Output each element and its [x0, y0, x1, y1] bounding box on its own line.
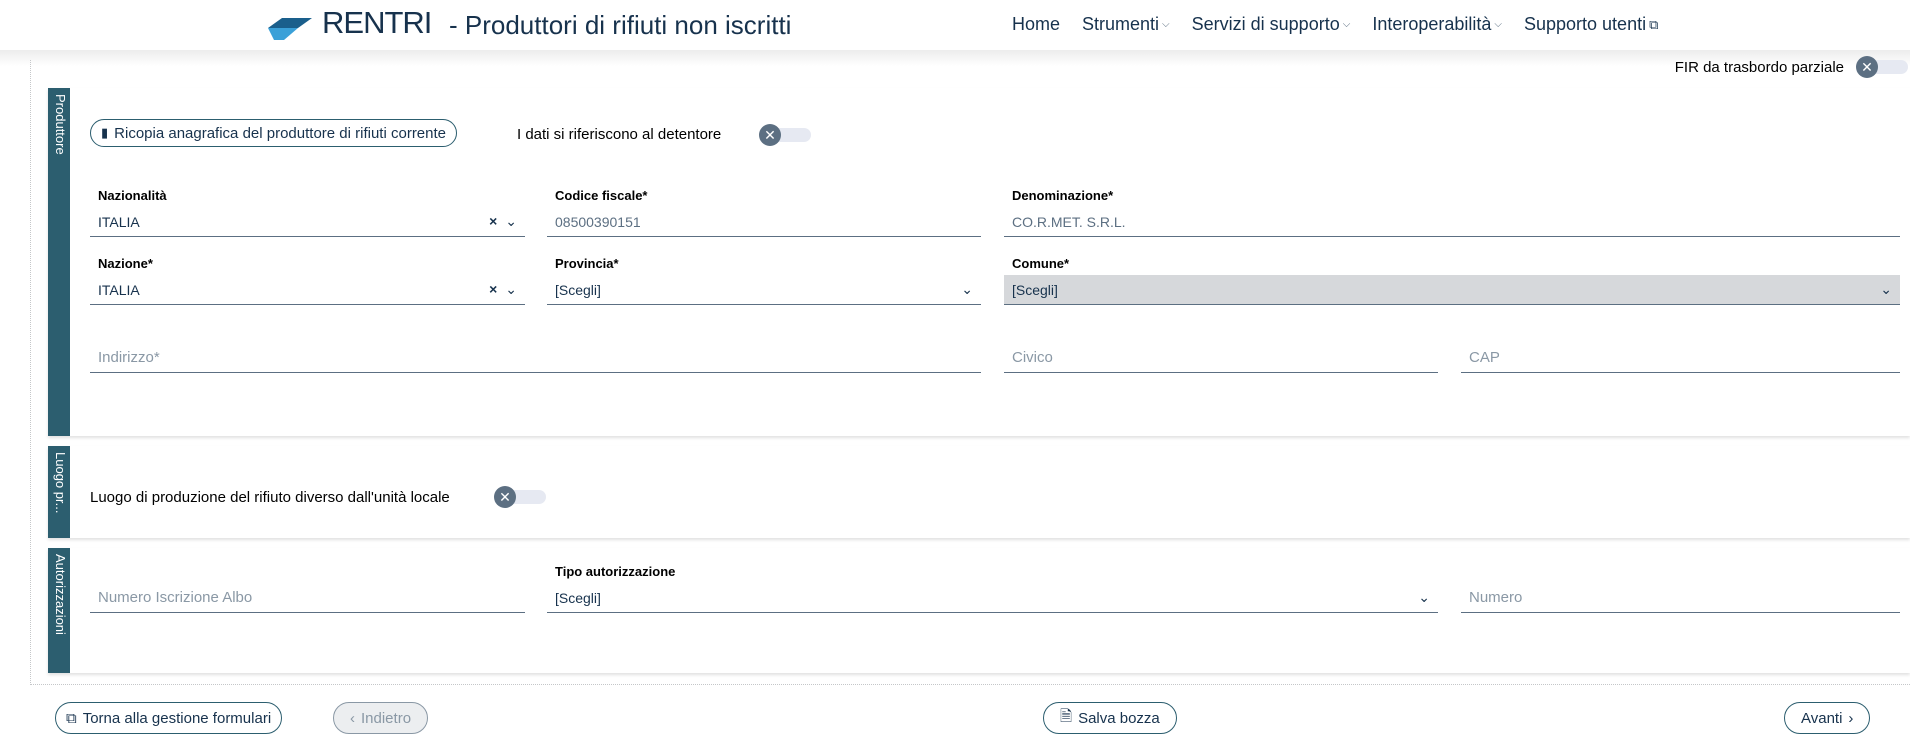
close-icon[interactable]: × [489, 213, 497, 229]
chevron-down-icon: ⌄ [1880, 281, 1892, 297]
fir-trasbordo-label: FIR da trasbordo parziale [1674, 58, 1844, 76]
codice-fiscale-label: Codice fiscale* [555, 188, 648, 203]
tipo-autorizzazione-label: Tipo autorizzazione [555, 564, 676, 579]
comune-select[interactable]: [Scegli] ⌄ [1004, 275, 1900, 305]
external-link-icon: ⧉ [66, 709, 77, 727]
fir-trasbordo-row: FIR da trasbordo parziale ✕ [1675, 56, 1910, 78]
avanti-button[interactable]: Avanti › [1784, 702, 1871, 734]
numero-albo-input[interactable]: Numero Iscrizione Albo [90, 583, 525, 613]
provincia-label: Provincia* [555, 256, 619, 271]
indirizzo-input[interactable]: Indirizzo* [90, 343, 981, 373]
brand-subtitle: - Produttori di rifiuti non iscritti [449, 10, 792, 40]
section-luogo-produzione: Luogo pr... Luogo di produzione del rifi… [48, 446, 1910, 538]
brand-name[interactable]: RENTRI [322, 5, 432, 41]
main-nav: Home Strumenti ⌵ Servizi di supporto ⌵ Int… [1012, 14, 1680, 35]
chevron-down-icon[interactable]: ⌄ [505, 213, 517, 229]
external-link-icon: ⧉ [1649, 16, 1659, 32]
chevron-down-icon: ⌄ [961, 281, 973, 297]
chevron-down-icon: ⌄ [1418, 589, 1430, 605]
nazione-select[interactable]: ITALIA × ⌄ [90, 275, 525, 305]
section-produttore: Produttore ▮ Ricopia anagrafica del prod… [48, 88, 1910, 436]
close-icon: ✕ [494, 486, 516, 508]
chevron-right-icon: › [1848, 709, 1854, 727]
nazionalita-label: Nazionalità [98, 188, 167, 203]
chevron-left-icon: ‹ [350, 709, 355, 727]
nav-servizi-supporto[interactable]: Servizi di supporto ⌵ [1192, 14, 1351, 35]
tipo-autorizzazione-select[interactable]: [Scegli] ⌄ [547, 583, 1438, 613]
torna-gestione-button[interactable]: ⧉ Torna alla gestione formulari [55, 702, 283, 734]
nav-home[interactable]: Home [1012, 14, 1060, 35]
cap-input[interactable]: CAP [1461, 343, 1900, 373]
comune-label: Comune* [1012, 256, 1070, 271]
nav-interoperabilita[interactable]: Interoperabilità ⌵ [1372, 14, 1502, 35]
tab-autorizzazioni[interactable]: Autorizzazioni [48, 548, 70, 673]
nazione-label: Nazione* [98, 256, 153, 271]
tab-produttore[interactable]: Produttore [48, 88, 70, 436]
chevron-down-icon: ⌵ [1342, 19, 1351, 30]
rentri-logo-icon [268, 18, 312, 40]
copy-anagrafica-button[interactable]: ▮ Ricopia anagrafica del produttore di r… [90, 119, 458, 147]
nazionalita-select[interactable]: ITALIA × ⌄ [90, 207, 525, 237]
close-icon: ✕ [1856, 56, 1878, 78]
chevron-down-icon[interactable]: ⌄ [505, 281, 517, 297]
section-autorizzazioni: Autorizzazioni Numero Iscrizione Albo Ti… [48, 548, 1910, 673]
detentore-label: I dati si riferiscono al detentore [517, 126, 722, 143]
nav-strumenti[interactable]: Strumenti ⌵ [1082, 14, 1170, 35]
luogo-toggle-label: Luogo di produzione del rifiuto diverso … [90, 489, 450, 506]
indietro-button[interactable]: ‹ Indietro [333, 702, 429, 734]
chevron-down-icon: ⌵ [1494, 19, 1502, 30]
detentore-toggle[interactable]: ✕ [759, 124, 813, 146]
denominazione-label: Denominazione* [1012, 188, 1114, 203]
codice-fiscale-field[interactable]: 08500390151 [547, 207, 981, 237]
provincia-select[interactable]: [Scegli] ⌄ [547, 275, 981, 305]
numero-input[interactable]: Numero [1461, 583, 1900, 613]
civico-input[interactable]: Civico [1004, 343, 1438, 373]
close-icon[interactable]: × [489, 281, 497, 297]
tab-luogo-produzione[interactable]: Luogo pr... [48, 446, 70, 538]
luogo-toggle[interactable]: ✕ [494, 486, 548, 508]
document-icon: 🗎 [1060, 707, 1073, 725]
denominazione-field[interactable]: CO.R.MET. S.R.L. [1004, 207, 1900, 237]
copy-icon: ▮ [101, 125, 109, 140]
chevron-down-icon: ⌵ [1162, 19, 1170, 30]
salva-bozza-button[interactable]: 🗎 Salva bozza [1043, 702, 1177, 734]
fir-trasbordo-toggle[interactable]: ✕ [1856, 56, 1910, 78]
app-header: RENTRI - Produttori di rifiuti non iscri… [0, 0, 1910, 50]
nav-supporto-utenti[interactable]: Supporto utenti ⧉ [1524, 14, 1658, 35]
close-icon: ✕ [759, 124, 781, 146]
